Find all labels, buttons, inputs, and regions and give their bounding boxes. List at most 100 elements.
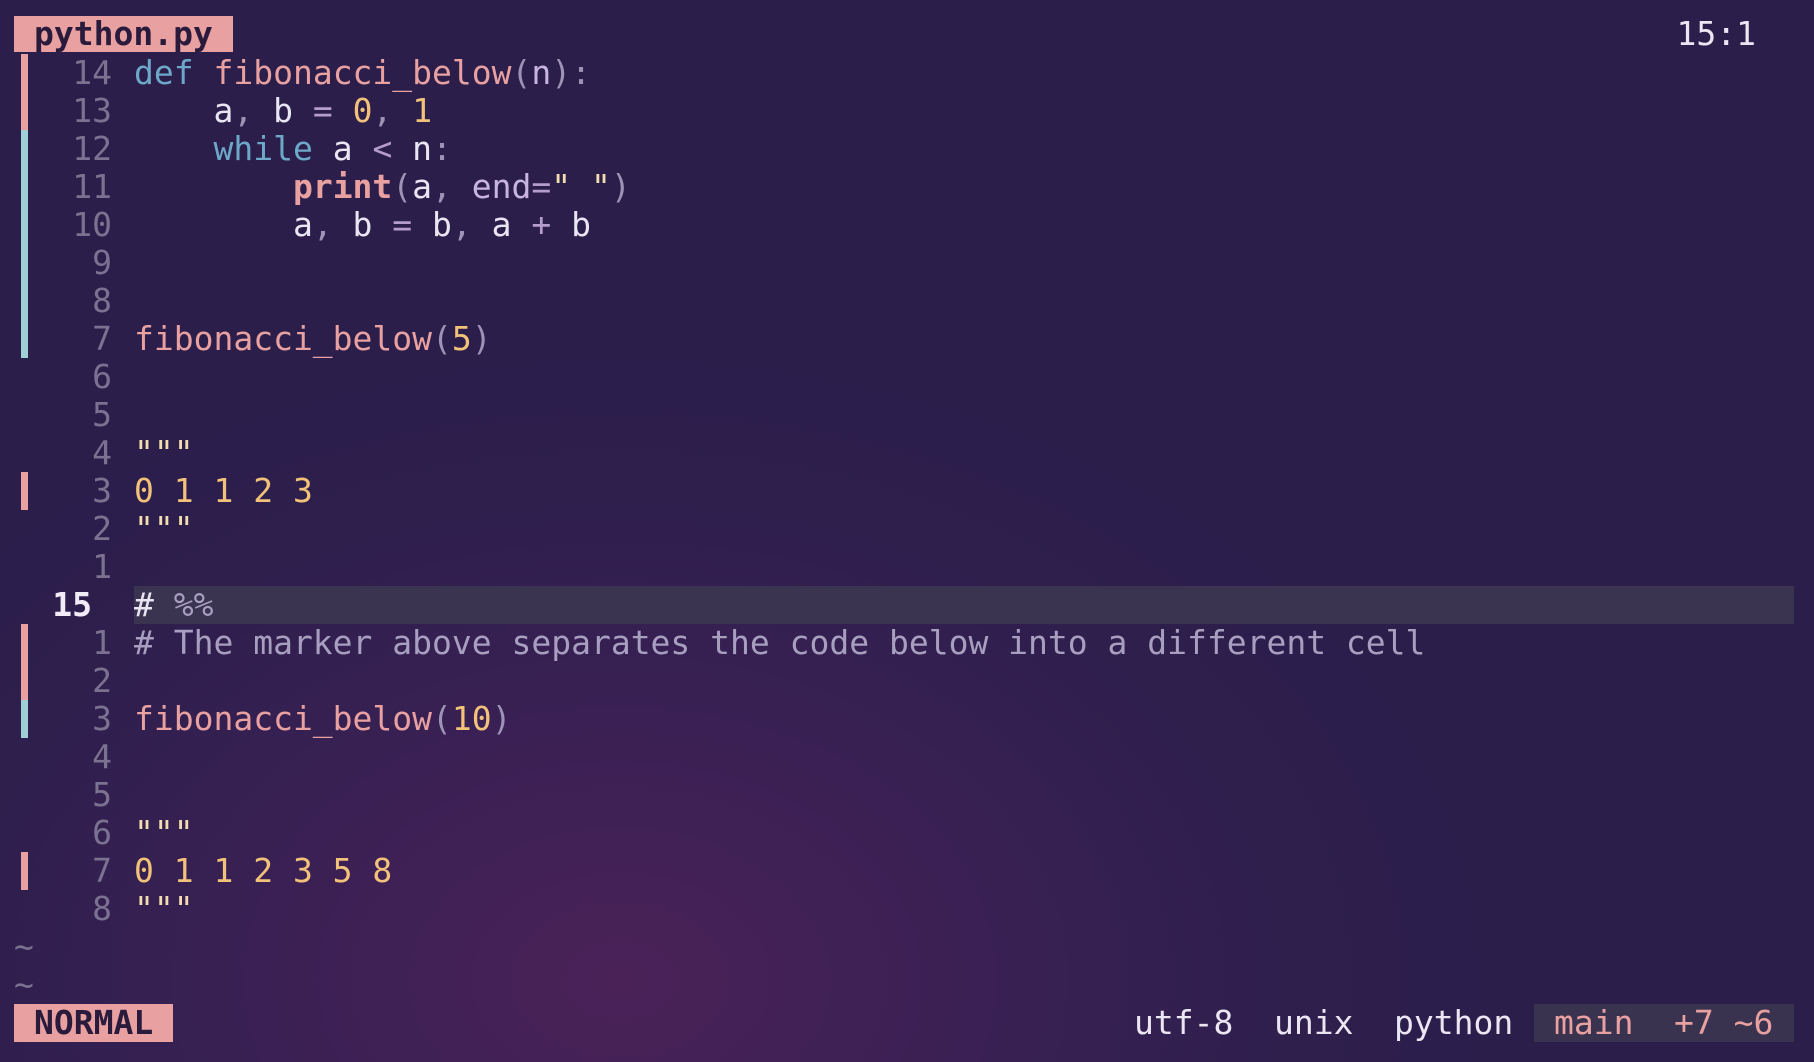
line-code[interactable]: while a < n:: [134, 129, 452, 168]
code-token: b: [332, 205, 393, 244]
code-token: 5: [451, 319, 472, 358]
code-token: 1: [412, 91, 433, 130]
code-line[interactable]: 2: [0, 662, 1814, 700]
code-line[interactable]: 7 fibonacci_below(5): [0, 320, 1814, 358]
code-token: +: [531, 205, 552, 244]
line-code[interactable]: def fibonacci_below(n):: [134, 54, 591, 92]
code-line[interactable]: 4: [0, 738, 1814, 776]
line-number[interactable]: 6: [12, 814, 112, 852]
code-line[interactable]: 8: [0, 282, 1814, 320]
line-number[interactable]: 7: [12, 852, 112, 890]
code-line[interactable]: 3 0 1 1 2 3: [0, 472, 1814, 510]
code-token: def: [134, 53, 194, 92]
line-number[interactable]: 8: [12, 282, 112, 320]
code-line[interactable]: 2 """: [0, 510, 1814, 548]
code-line[interactable]: 11 print(a, end=" "): [0, 168, 1814, 206]
line-number[interactable]: 5: [12, 396, 112, 434]
line-code[interactable]: # The marker above separates the code be…: [134, 624, 1425, 662]
code-token: n: [531, 53, 552, 92]
code-token: a: [134, 205, 313, 244]
git-branch: main: [1554, 1003, 1634, 1042]
code-token: n: [392, 129, 433, 168]
code-line[interactable]: 1: [0, 548, 1814, 586]
git-status: main +7 ~6: [1534, 1004, 1794, 1042]
line-code[interactable]: fibonacci_below(5): [134, 320, 492, 358]
line-number[interactable]: 13: [12, 92, 112, 130]
encoding-indicator: utf-8: [1134, 1003, 1234, 1042]
line-code[interactable]: 0 1 1 2 3 5 8: [134, 852, 392, 890]
line-number[interactable]: 2: [12, 510, 112, 548]
tilde-marker: ~: [14, 927, 34, 966]
line-number[interactable]: 4: [12, 434, 112, 472]
line-number[interactable]: 14: [12, 54, 112, 92]
line-number[interactable]: 7: [12, 320, 112, 358]
line-number[interactable]: 15: [0, 586, 92, 624]
code-line[interactable]: 10 a, b = b, a + b: [0, 206, 1814, 244]
code-token: ,: [432, 167, 452, 206]
line-code[interactable]: """: [134, 434, 194, 472]
line-code[interactable]: """: [134, 510, 194, 548]
line-number[interactable]: 9: [12, 244, 112, 282]
code-token: """: [134, 509, 194, 548]
line-number[interactable]: 12: [12, 130, 112, 168]
line-code[interactable]: fibonacci_below(10): [134, 700, 512, 738]
line-code[interactable]: 0 1 1 2 3: [134, 472, 313, 510]
code-token: ,: [451, 205, 472, 244]
code-token: 0 1 1 2 3: [134, 471, 313, 510]
line-number[interactable]: 4: [12, 738, 112, 776]
code-token: " ": [551, 167, 611, 206]
code-line[interactable]: 3 fibonacci_below(10): [0, 700, 1814, 738]
line-number[interactable]: 2: [12, 662, 112, 700]
line-number[interactable]: 5: [12, 776, 112, 814]
code-line[interactable]: 5: [0, 776, 1814, 814]
code-token: fibonacci_below: [134, 319, 433, 358]
code-token: """: [134, 889, 194, 928]
line-code[interactable]: print(a, end=" "): [134, 168, 631, 206]
line-number[interactable]: 11: [12, 168, 112, 206]
line-number[interactable]: 3: [12, 700, 112, 738]
code-token: a: [312, 129, 373, 168]
code-line[interactable]: 5: [0, 396, 1814, 434]
line-code[interactable]: """: [134, 814, 194, 852]
tilde-marker: ~: [14, 965, 34, 1004]
line-code[interactable]: # %%: [134, 586, 213, 624]
code-token: =: [312, 91, 333, 130]
code-line[interactable]: 6: [0, 358, 1814, 396]
code-token: 10: [451, 699, 492, 738]
code-token: :: [432, 129, 452, 168]
line-number[interactable]: 8: [12, 890, 112, 928]
code-line[interactable]: 9: [0, 244, 1814, 282]
line-code[interactable]: a, b = 0, 1: [134, 92, 432, 130]
code-token: end: [471, 167, 532, 206]
line-code[interactable]: a, b = b, a + b: [134, 206, 591, 244]
code-token: """: [134, 433, 194, 472]
line-number[interactable]: 1: [12, 548, 112, 586]
code-line[interactable]: 13 a, b = 0, 1: [0, 92, 1814, 130]
code-token: b: [551, 205, 592, 244]
code-token: print: [292, 167, 393, 206]
status-bar: NORMAL utf-8 unix python main +7 ~6: [0, 1004, 1814, 1042]
code-token: while: [213, 129, 313, 168]
code-line[interactable]: 4 """: [0, 434, 1814, 472]
code-line[interactable]: 6 """: [0, 814, 1814, 852]
code-token: #: [134, 585, 154, 624]
line-code[interactable]: """: [134, 890, 194, 928]
line-number[interactable]: 6: [12, 358, 112, 396]
line-number[interactable]: 3: [12, 472, 112, 510]
code-editor[interactable]: 14 def fibonacci_below(n): 13 a, b = 0, 11…: [0, 54, 1814, 1004]
current-line[interactable]: 15 # %%: [0, 586, 1814, 624]
code-line[interactable]: 12 while a < n:: [0, 130, 1814, 168]
code-line[interactable]: 7 0 1 1 2 3 5 8: [0, 852, 1814, 890]
line-number[interactable]: 10: [12, 206, 112, 244]
code-token: (: [432, 699, 452, 738]
code-token: ,: [372, 91, 393, 130]
code-line[interactable]: 1 # The marker above separates the code b…: [0, 624, 1814, 662]
line-number[interactable]: 1: [12, 624, 112, 662]
cursor-position: 15:1: [1676, 14, 1756, 53]
code-token: ,: [312, 205, 333, 244]
code-line[interactable]: 14 def fibonacci_below(n):: [0, 54, 1814, 92]
code-line[interactable]: 8 """: [0, 890, 1814, 928]
file-tab[interactable]: python.py: [14, 16, 233, 52]
